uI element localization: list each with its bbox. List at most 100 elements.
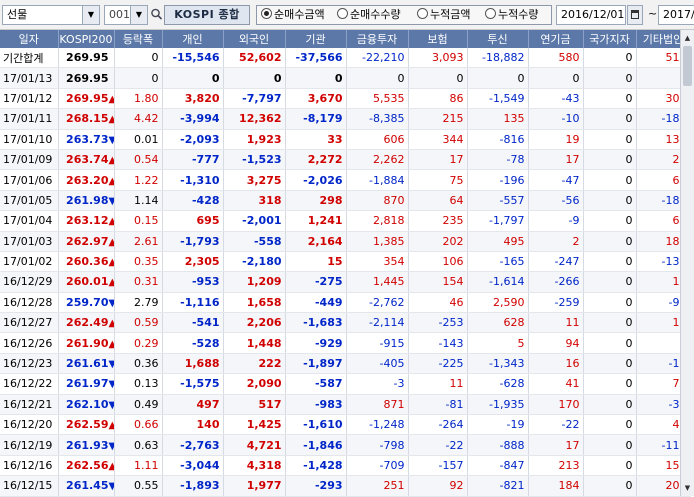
inst-cell: 0 xyxy=(285,67,347,89)
column-header[interactable]: 국가지자 xyxy=(583,30,637,48)
inst-cell: 33 xyxy=(285,129,347,150)
table-row[interactable]: 16/12/22261.97▼0.13-1,5752,090-587-311-6… xyxy=(0,373,691,395)
vertical-scrollbar[interactable]: ▲ ▼ xyxy=(680,30,694,496)
trust-cell: -196 xyxy=(467,169,529,191)
table-row[interactable]: 16/12/28259.70▼2.79-1,1161,658-449-2,762… xyxy=(0,292,691,314)
table-row[interactable]: 17/01/02260.36▲0.352,305-2,18015354106-1… xyxy=(0,251,691,273)
table-row[interactable]: 17/01/04263.12▲0.15695-2,0011,2412,81823… xyxy=(0,210,691,232)
trust-cell: -816 xyxy=(467,129,529,150)
date-cell: 17/01/03 xyxy=(0,231,59,252)
table-row[interactable]: 16/12/29260.01▲0.31-9531,209-2751,445154… xyxy=(0,271,691,293)
radio-net-amount[interactable]: 순매수금액 xyxy=(261,7,325,23)
radio-cumulative-quantity[interactable]: 누적수량 xyxy=(485,7,538,23)
table-row[interactable]: 16/12/16262.56▲1.11-3,0444,318-1,428-709… xyxy=(0,455,691,477)
end-date-field[interactable]: 2017/ xyxy=(658,5,694,25)
kospi200-value: 263.74 xyxy=(66,153,109,167)
table-row[interactable]: 16/12/20262.59▲0.661401,425-1,610-1,248-… xyxy=(0,414,691,436)
column-header[interactable]: 투신 xyxy=(467,30,529,48)
column-header[interactable]: 일자 xyxy=(0,30,59,48)
search-icon[interactable] xyxy=(150,5,163,25)
trust-cell: -1,614 xyxy=(467,271,529,293)
kospi200-cell: 262.56▲ xyxy=(58,455,115,477)
scroll-down-icon[interactable]: ▼ xyxy=(682,482,693,494)
table-row[interactable]: 17/01/11268.15▲4.42-3,99412,362-8,179-8,… xyxy=(0,108,691,130)
scroll-up-icon[interactable]: ▲ xyxy=(682,32,693,44)
pen-cell: -47 xyxy=(528,169,584,191)
kospi200-value: 263.12 xyxy=(66,214,109,228)
instrument-select[interactable]: 선물 ▼ xyxy=(2,5,100,25)
table-row[interactable]: 16/12/15261.45▼0.55-1,8931,977-29325192-… xyxy=(0,475,691,497)
kospi200-value: 261.61 xyxy=(66,357,109,371)
trust-cell: -1,549 xyxy=(467,88,529,110)
chevron-down-icon[interactable]: ▼ xyxy=(82,6,99,24)
table-row[interactable]: 16/12/19261.93▼0.63-2,7634,721-1,846-798… xyxy=(0,434,691,456)
table-row[interactable]: 17/01/03262.97▲2.61-1,793-5582,1641,3852… xyxy=(0,231,691,252)
fin-cell: 606 xyxy=(346,129,409,150)
kospi200-value: 263.73 xyxy=(66,132,109,146)
radio-dot-icon xyxy=(337,8,348,19)
table-row[interactable]: 17/01/12269.95▲1.803,820-7,7973,6705,535… xyxy=(0,88,691,110)
table-row[interactable]: 17/01/05261.98▼1.14-42831829887064-557-5… xyxy=(0,190,691,212)
fin-cell: 871 xyxy=(346,394,409,416)
trust-cell: -19 xyxy=(467,414,529,436)
pen-cell: 17 xyxy=(528,149,584,171)
table-row[interactable]: 17/01/09263.74▲0.54-777-1,5232,2722,2621… xyxy=(0,149,691,171)
inst-cell: -275 xyxy=(285,271,347,293)
table-row[interactable]: 17/01/10263.73▼0.01-2,0931,92333606344-8… xyxy=(0,129,691,150)
pen-cell: 170 xyxy=(528,394,584,416)
ins-cell: 17 xyxy=(408,149,468,171)
kospi200-value: 259.70 xyxy=(66,295,109,309)
triangle-up-icon: ▲ xyxy=(109,461,114,472)
fin-cell: -2,114 xyxy=(346,312,409,334)
code-select[interactable]: 001 ▼ xyxy=(104,5,148,25)
column-header[interactable]: 개인 xyxy=(162,30,224,48)
kospi200-cell: 269.95▲ xyxy=(58,88,115,110)
scroll-thumb[interactable] xyxy=(683,46,692,86)
column-header[interactable]: 연기금 xyxy=(528,30,584,48)
pen-cell: 11 xyxy=(528,312,584,334)
table-row[interactable]: 16/12/21262.10▼0.49497517-983871-81-1,93… xyxy=(0,394,691,416)
column-header[interactable]: KOSPI200 xyxy=(58,30,115,48)
market-button[interactable]: KOSPI 종합 xyxy=(164,5,250,25)
fgn-cell: 0 xyxy=(223,67,286,89)
kospi200-cell: 260.36▲ xyxy=(58,251,115,273)
change-cell: 0.01 xyxy=(114,129,163,150)
pen-cell: 16 xyxy=(528,353,584,375)
chevron-down-icon[interactable]: ▼ xyxy=(130,6,147,24)
kospi200-cell: 263.73▼ xyxy=(58,129,115,150)
ins-cell: -225 xyxy=(408,353,468,375)
summary-row[interactable]: 기간합계 269.95 0 -15,546 52,602 -37,566 -22,210 3,… xyxy=(0,48,691,69)
inst-cell: 2,164 xyxy=(285,231,347,252)
calendar-icon[interactable] xyxy=(627,5,643,25)
column-header[interactable]: 외국인 xyxy=(223,30,286,48)
radio-net-quantity[interactable]: 순매수수량 xyxy=(337,7,401,23)
table-row[interactable]: 17/01/06263.20▲1.22-1,3103,275-2,026-1,8… xyxy=(0,169,691,191)
column-header[interactable]: 등락폭 xyxy=(114,30,163,48)
change-cell: 0 xyxy=(114,48,163,69)
change-cell: 0.66 xyxy=(114,414,163,436)
gov-cell: 0 xyxy=(583,332,637,354)
radio-cumulative-amount[interactable]: 누적금액 xyxy=(417,7,470,23)
column-header[interactable]: 보험 xyxy=(408,30,468,48)
table-row[interactable]: 16/12/23261.61▼0.361,688222-1,897-405-22… xyxy=(0,353,691,375)
inst-cell: 3,670 xyxy=(285,88,347,110)
pen-cell: 184 xyxy=(528,475,584,497)
start-date-field[interactable]: 2016/12/01 xyxy=(556,5,626,25)
date-cell: 17/01/02 xyxy=(0,251,59,273)
table-row[interactable]: 17/01/13269.950000000000 xyxy=(0,67,691,89)
kospi200-cell: 263.12▲ xyxy=(58,210,115,232)
date-cell: 16/12/22 xyxy=(0,373,59,395)
column-header[interactable]: 금융투자 xyxy=(346,30,409,48)
gov-cell: 0 xyxy=(583,210,637,232)
triangle-up-icon: ▲ xyxy=(109,114,114,125)
kospi200-cell: 262.49▲ xyxy=(58,312,115,334)
radio-dot-icon xyxy=(417,8,428,19)
table-row[interactable]: 16/12/26261.90▲0.29-5281,448-929-915-143… xyxy=(0,332,691,354)
triangle-up-icon: ▲ xyxy=(109,216,114,227)
date-cell: 16/12/28 xyxy=(0,292,59,314)
pen-cell: -22 xyxy=(528,414,584,436)
column-header[interactable]: 기관 xyxy=(285,30,347,48)
pen-cell: -43 xyxy=(528,88,584,110)
table-row[interactable]: 16/12/27262.49▲0.59-5412,206-1,683-2,114… xyxy=(0,312,691,334)
triangle-up-icon: ▲ xyxy=(109,176,114,187)
